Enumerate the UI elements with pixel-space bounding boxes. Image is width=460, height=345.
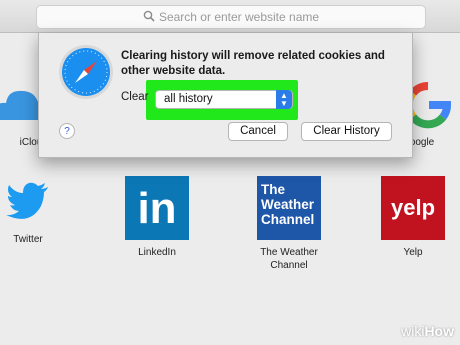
- address-placeholder: Search or enter website name: [158, 10, 320, 24]
- favorite-label: Twitter: [13, 234, 43, 245]
- favorite-weather-channel[interactable]: The Weather Channel The Weather Channel: [244, 176, 334, 272]
- favorite-linkedin[interactable]: in LinkedIn: [117, 176, 197, 259]
- search-icon: [143, 10, 155, 25]
- safari-compass-icon: [57, 43, 115, 101]
- cancel-button[interactable]: Cancel: [228, 122, 288, 141]
- yelp-logo: yelp: [381, 176, 445, 240]
- favorite-label: The Weather Channel: [260, 247, 318, 271]
- clear-label: Clear: [121, 91, 149, 103]
- dialog-message: Clearing history will remove related coo…: [121, 50, 385, 77]
- wikihow-watermark: wikiHow: [401, 323, 454, 339]
- help-button[interactable]: ?: [59, 123, 75, 139]
- favorite-twitter[interactable]: Twitter: [0, 176, 58, 246]
- clear-history-dialog: Clearing history will remove related coo…: [38, 33, 413, 158]
- favorite-label: Yelp: [403, 247, 423, 258]
- select-value: all history: [164, 93, 213, 105]
- browser-toolbar: Search or enter website name: [0, 0, 460, 33]
- clear-history-button[interactable]: Clear History: [301, 122, 392, 141]
- twitter-bird-icon: [0, 176, 58, 227]
- linkedin-logo-icon: in: [125, 176, 189, 240]
- history-range-select[interactable]: all history ▲ ▼: [155, 90, 293, 109]
- address-bar[interactable]: Search or enter website name: [36, 5, 426, 29]
- weather-channel-logo: The Weather Channel: [257, 176, 321, 240]
- favorite-label: LinkedIn: [138, 247, 176, 258]
- select-stepper-icon: ▲ ▼: [276, 90, 292, 109]
- favorite-yelp[interactable]: yelp Yelp: [377, 176, 449, 259]
